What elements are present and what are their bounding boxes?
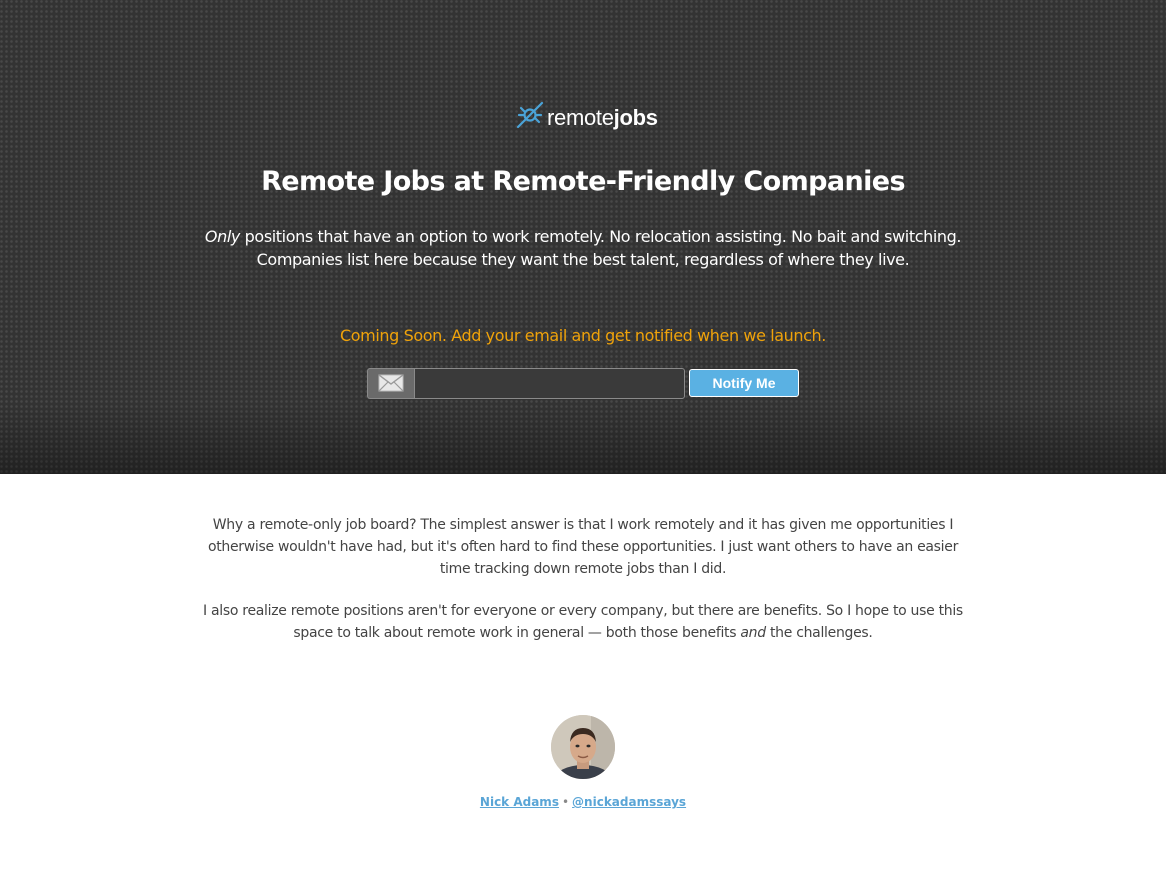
about-paragraph-1: Why a remote-only job board? The simples… — [207, 517, 959, 577]
page-title: Remote Jobs at Remote-Friendly Companies — [261, 166, 905, 197]
author-byline: Nick Adams • @nickadamssays — [0, 795, 1166, 809]
envelope-icon — [367, 367, 414, 399]
coming-soon-text: Coming Soon. Add your email and get noti… — [340, 326, 826, 345]
author-handle-link[interactable]: @nickadamssays — [572, 795, 686, 809]
subtitle-line2: Companies list here because they want th… — [256, 250, 910, 269]
para2-text-end: the challenges. — [765, 625, 873, 641]
envelope-icon-glyph — [378, 374, 404, 392]
logo[interactable]: remotejobs — [515, 100, 658, 130]
about-paragraph-2: I also realize remote positions aren't f… — [200, 600, 966, 644]
para2-emphasis: and — [740, 625, 766, 641]
byline-separator: • — [561, 795, 570, 809]
logo-wordmark: remotejobs — [547, 105, 658, 130]
hero-section: remotejobs Remote Jobs at Remote-Friendl… — [0, 0, 1166, 474]
about-section: Why a remote-only job board? The simples… — [0, 474, 1166, 878]
author-name-link[interactable]: Nick Adams — [480, 795, 559, 809]
hero-subtitle: Only positions that have an option to wo… — [0, 225, 1166, 271]
author-photo — [551, 715, 615, 779]
subtitle-emphasis: Only — [204, 227, 240, 246]
signup-form: Notify Me — [367, 367, 799, 399]
email-input[interactable] — [414, 367, 685, 399]
subtitle-line1: positions that have an option to work re… — [239, 227, 962, 246]
notify-me-button[interactable]: Notify Me — [689, 369, 799, 397]
avatar — [551, 715, 615, 779]
satellite-icon — [516, 101, 544, 129]
